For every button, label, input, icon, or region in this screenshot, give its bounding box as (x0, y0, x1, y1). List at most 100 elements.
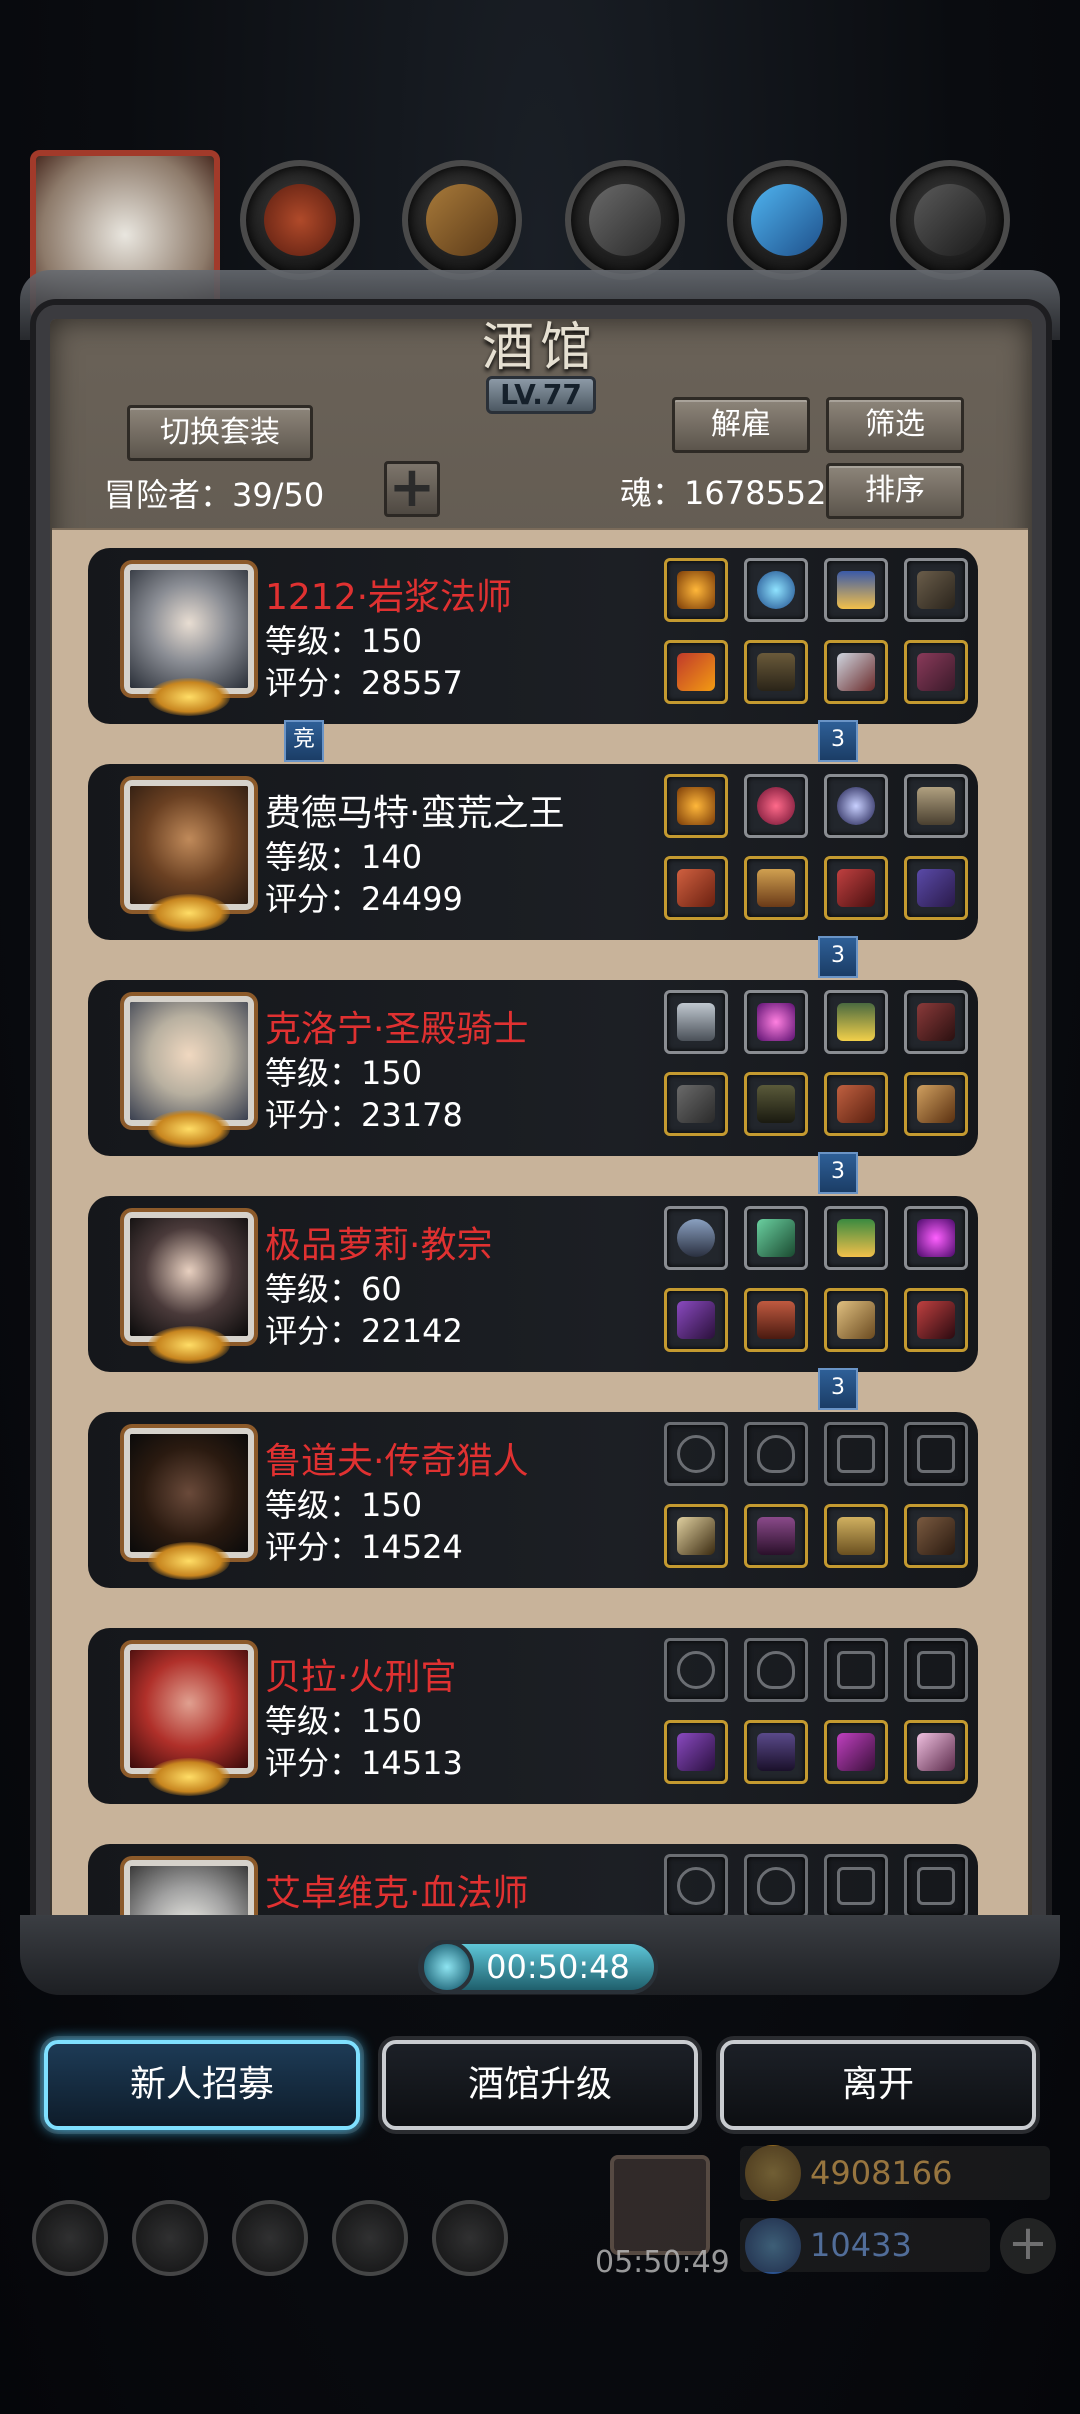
hero-card[interactable]: 1212·岩浆法师 等级：150 评分：28557 (88, 548, 978, 724)
hero-name: 费德马特·蛮荒之王 (265, 793, 565, 834)
quest-icon[interactable] (132, 2200, 208, 2276)
rank-emblem-icon (148, 1110, 230, 1148)
hero-portrait (124, 1860, 254, 1923)
armor-icon (744, 640, 808, 704)
trident-icon (664, 1720, 728, 1784)
hero-level: 等级：150 (265, 622, 423, 660)
iron-resource-icon (890, 160, 1010, 280)
hero-level: 等级：150 (265, 1486, 423, 1524)
robe-icon (744, 1720, 808, 1784)
meat-resource-icon (240, 160, 360, 280)
hero-card[interactable]: 贝拉·火刑官 等级：150 评分：14513 (88, 1628, 978, 1804)
hero-name: 贝拉·火刑官 (265, 1657, 457, 1698)
star-tag: 3 (818, 1152, 858, 1194)
recruit-button[interactable]: 新人招募 (44, 2040, 360, 2130)
orb-icon (744, 558, 808, 622)
helmet-icon (664, 774, 728, 838)
hero-portrait (124, 780, 254, 910)
leave-button[interactable]: 离开 (720, 2040, 1036, 2130)
rank-emblem-icon (148, 894, 230, 932)
hero-level: 等级：60 (265, 1270, 402, 1308)
hero-score: 评分：28557 (265, 664, 463, 702)
crystal-resource-icon (727, 160, 847, 280)
ruby-icon (744, 774, 808, 838)
hero-list[interactable]: 1212·岩浆法师 等级：150 评分：28557 竞 3 费德马特·蛮荒之王 … (52, 528, 1028, 1923)
star-tag: 3 (818, 720, 858, 762)
arena-tag: 竞 (284, 720, 324, 762)
star-tag: 3 (818, 936, 858, 978)
hero-card[interactable]: 极品萝莉·教宗 等级：60 评分：22142 (88, 1196, 978, 1372)
hero-card[interactable]: 费德马特·蛮荒之王 等级：140 评分：24499 (88, 764, 978, 940)
gem-icon (904, 1206, 968, 1270)
orb-icon (824, 774, 888, 838)
empty-relic-slot-icon[interactable] (904, 1854, 968, 1918)
guild-icon[interactable] (432, 2200, 508, 2276)
gift-timer: 05:50:49 (595, 2245, 730, 2280)
boots-icon (904, 1288, 968, 1352)
switch-set-button[interactable]: 切换套装 (127, 405, 313, 461)
helmet-icon (664, 558, 728, 622)
empty-ring-slot-icon[interactable] (664, 1638, 728, 1702)
hero-name: 1212·岩浆法师 (265, 577, 513, 618)
staff-icon (664, 640, 728, 704)
settings-icon[interactable] (32, 2200, 108, 2276)
adventurer-count: 冒险者：39/50 (104, 476, 325, 514)
dismiss-button[interactable]: 解雇 (672, 397, 810, 453)
bow-icon (904, 1072, 968, 1136)
panel-title: 酒馆 (481, 318, 598, 378)
wood-resource-icon (402, 160, 522, 280)
boots-icon (904, 640, 968, 704)
map-icon[interactable] (232, 2200, 308, 2276)
hero-portrait (124, 1428, 254, 1558)
hero-name: 艾卓维克·血法师 (265, 1873, 529, 1914)
soul-count: 魂：1678552 (620, 474, 827, 512)
upgrade-tavern-button[interactable]: 酒馆升级 (382, 2040, 698, 2130)
hero-portrait (124, 564, 254, 694)
mail-icon[interactable] (332, 2200, 408, 2276)
empty-amulet-slot-icon[interactable] (744, 1422, 808, 1486)
sword-icon (824, 1288, 888, 1352)
hero-level: 等级：150 (265, 1054, 423, 1092)
boots-icon (904, 856, 968, 920)
sort-button[interactable]: 排序 (826, 463, 964, 519)
gloves-icon (824, 1720, 888, 1784)
empty-ring-slot-icon[interactable] (664, 1422, 728, 1486)
rank-emblem-icon (148, 1326, 230, 1364)
tome-icon (904, 558, 968, 622)
hero-card[interactable]: 艾卓维克·血法师 (88, 1844, 978, 1923)
filter-button[interactable]: 筛选 (826, 397, 964, 453)
hero-score: 评分：14524 (265, 1528, 463, 1566)
empty-relic-slot-icon[interactable] (824, 1854, 888, 1918)
diamond-amount: 10433 (740, 2218, 990, 2272)
tavern-level-badge: LV.77 (486, 376, 596, 414)
add-currency-button[interactable]: + (1000, 2218, 1056, 2274)
hero-card[interactable]: 鲁道夫·传奇猎人 等级：150 评分：14524 (88, 1412, 978, 1588)
cloak-icon (744, 1504, 808, 1568)
hero-card[interactable]: 克洛宁·圣殿骑士 等级：150 评分：23178 (88, 980, 978, 1156)
gift-box-icon[interactable] (610, 2155, 710, 2255)
stone-resource-icon (565, 160, 685, 280)
hero-name: 克洛宁·圣殿骑士 (265, 1009, 529, 1050)
armor-icon (744, 1072, 808, 1136)
empty-amulet-slot-icon[interactable] (744, 1638, 808, 1702)
hero-name: 极品萝莉·教宗 (265, 1225, 493, 1266)
helmet-icon (664, 990, 728, 1054)
hero-name: 鲁道夫·传奇猎人 (265, 1441, 529, 1482)
crystal-icon (744, 1206, 808, 1270)
empty-relic-slot-icon[interactable] (824, 1638, 888, 1702)
empty-relic-slot-icon[interactable] (824, 1422, 888, 1486)
hero-score: 评分：14513 (265, 1744, 463, 1782)
empty-ring-slot-icon[interactable] (664, 1854, 728, 1918)
gem-icon (744, 990, 808, 1054)
star-tag: 3 (818, 1368, 858, 1410)
scepter-icon (664, 1288, 728, 1352)
hero-score: 评分：22142 (265, 1312, 463, 1350)
empty-relic-slot-icon[interactable] (904, 1638, 968, 1702)
empty-relic-slot-icon[interactable] (904, 1422, 968, 1486)
expand-slots-button[interactable]: + (384, 460, 440, 517)
hammer-icon (664, 1072, 728, 1136)
gauntlet-icon (824, 856, 888, 920)
gold-amount: 4908166 (740, 2146, 1050, 2200)
rank-emblem-icon (148, 1542, 230, 1580)
empty-amulet-slot-icon[interactable] (744, 1854, 808, 1918)
